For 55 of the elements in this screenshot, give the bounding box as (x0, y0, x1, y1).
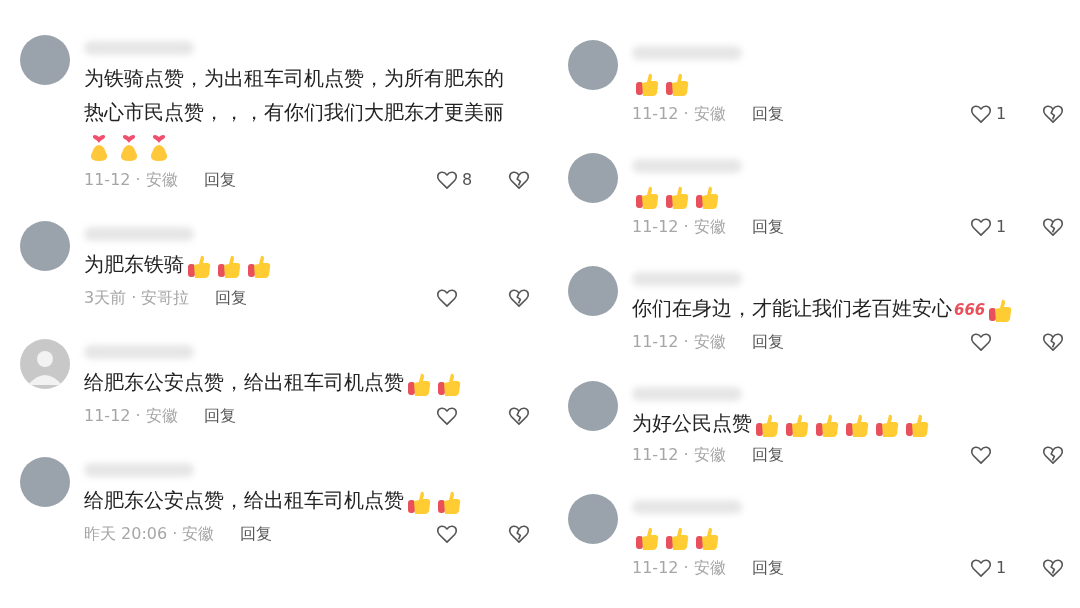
broken-heart-icon[interactable] (1042, 445, 1064, 465)
comment-text: 为铁骑点赞，为出租车司机点赞，为所有肥东的热心市民点赞，，，有你们我们大肥东才更美丽 (84, 66, 504, 124)
broken-heart-icon[interactable] (508, 524, 530, 544)
reply-link[interactable]: 回复 (215, 286, 248, 310)
reply-link[interactable]: 回复 (203, 168, 236, 192)
avatar-photo-placeholder[interactable] (20, 457, 70, 507)
avatar-photo-placeholder[interactable] (568, 266, 618, 316)
heart-icon (970, 217, 992, 237)
reply-link[interactable]: 回复 (751, 102, 784, 126)
heart-icon (436, 406, 458, 426)
comment-text: 给肥东公安点赞，给出租车司机点赞 (84, 488, 404, 512)
broken-heart-icon[interactable] (1042, 558, 1064, 578)
comment-text: 你们在身边，才能让我们老百姓安心 (632, 296, 952, 320)
broken-heart-icon[interactable] (508, 288, 530, 308)
broken-heart-icon[interactable] (508, 406, 530, 426)
heart-icon (970, 104, 992, 124)
like-button[interactable]: 1 (970, 556, 1012, 580)
avatar-photo-placeholder[interactable] (568, 381, 618, 431)
reply-link[interactable]: 回复 (751, 556, 784, 580)
comment-date-location: 11-12 · 安徽 (84, 169, 178, 191)
avatar-photo-placeholder[interactable] (568, 494, 618, 544)
comment-text: 给肥东公安点赞，给出租车司机点赞 (84, 370, 404, 394)
avatar-photo-placeholder[interactable] (20, 35, 70, 85)
comment-text: 为肥东铁骑 (84, 252, 184, 276)
emoji-666: 666 (954, 301, 986, 319)
heart-icon (970, 558, 992, 578)
comment-date-location: 3天前 · 安哥拉 (84, 287, 190, 309)
avatar-photo-placeholder[interactable] (20, 221, 70, 271)
comment-date-location: 11-12 · 安徽 (84, 405, 178, 427)
comment-date-location: 11-12 · 安徽 (632, 557, 726, 579)
broken-heart-icon[interactable] (1042, 104, 1064, 124)
comment-date-location: 11-12 · 安徽 (632, 103, 726, 125)
avatar-photo-placeholder[interactable] (568, 40, 618, 90)
avatar-photo-placeholder[interactable] (568, 153, 618, 203)
broken-heart-icon[interactable] (508, 170, 530, 190)
heart-icon (970, 332, 992, 352)
broken-heart-icon[interactable] (1042, 332, 1064, 352)
comment-text: 为好公民点赞 (632, 411, 752, 435)
reply-link[interactable]: 回复 (240, 522, 273, 546)
reply-link[interactable]: 回复 (751, 215, 784, 239)
heart-icon (970, 445, 992, 465)
comment-date-location: 11-12 · 安徽 (632, 216, 726, 238)
like-button[interactable]: 1 (970, 102, 1012, 126)
broken-heart-icon[interactable] (1042, 217, 1064, 237)
reply-link[interactable]: 回复 (751, 330, 784, 354)
comment-date-location: 11-12 · 安徽 (632, 444, 726, 466)
comment-date-location: 昨天 20:06 · 安徽 (84, 523, 215, 545)
comment-date-location: 11-12 · 安徽 (632, 331, 726, 353)
heart-icon (436, 170, 458, 190)
reply-link[interactable]: 回复 (751, 443, 784, 467)
heart-icon (436, 288, 458, 308)
reply-link[interactable]: 回复 (203, 404, 236, 428)
heart-icon (436, 524, 458, 544)
like-button[interactable]: 8 (436, 168, 478, 192)
like-button[interactable]: 1 (970, 215, 1012, 239)
